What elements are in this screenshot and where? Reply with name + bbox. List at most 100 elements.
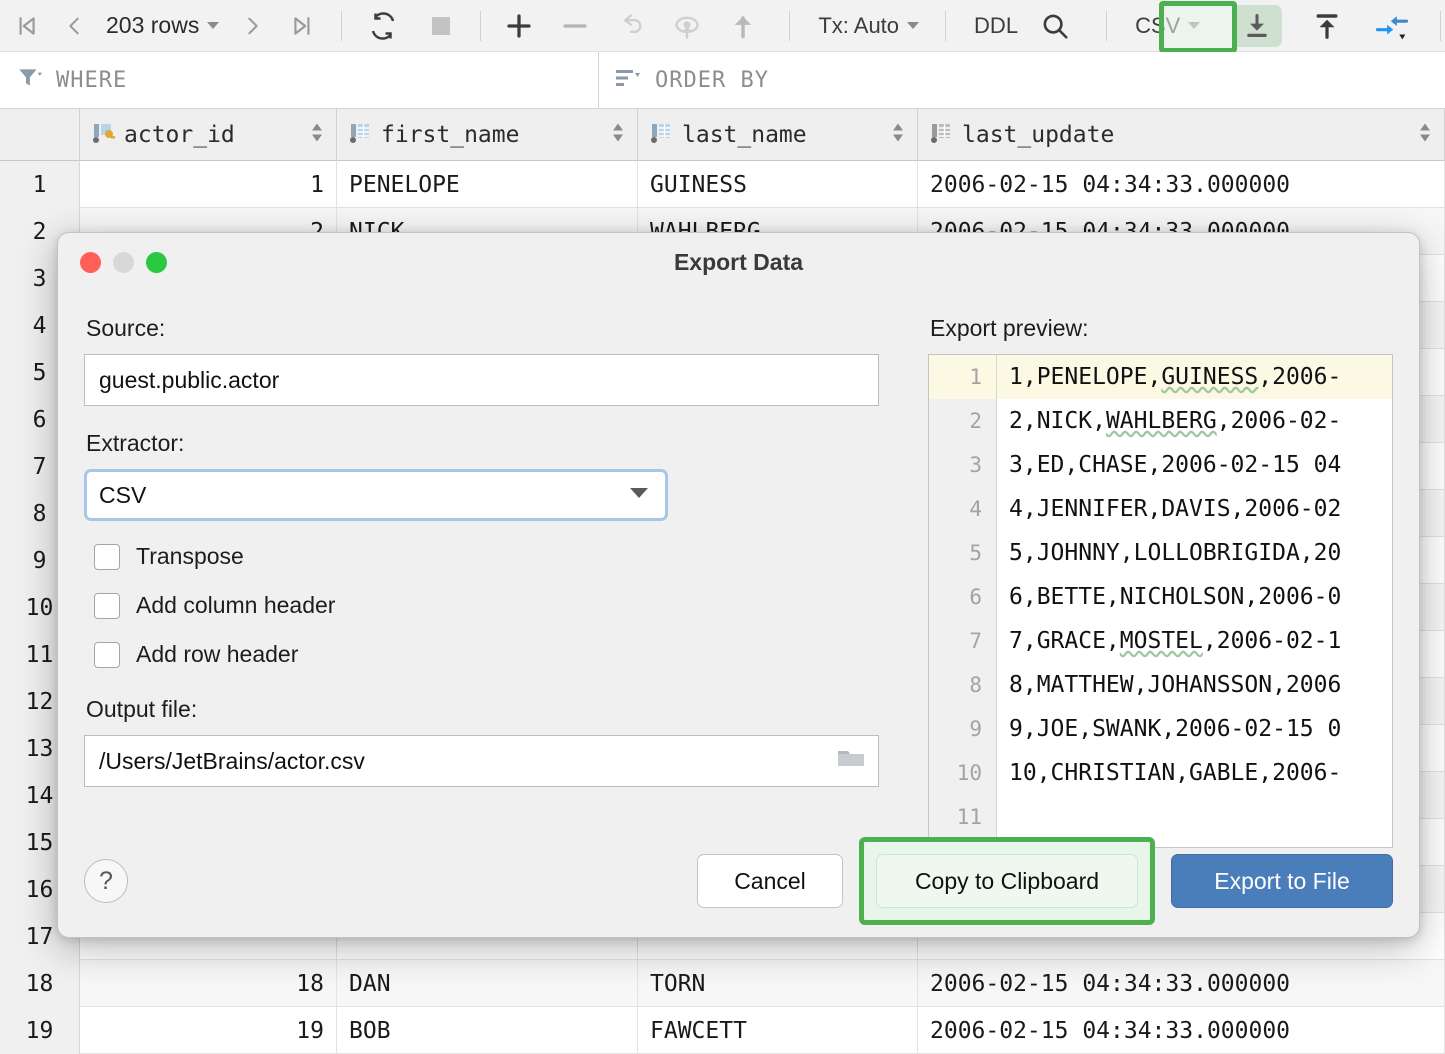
spellcheck-underline: WAHLBERG [1105, 408, 1217, 434]
export-data-icon[interactable] [1218, 4, 1296, 48]
sort-toggle-icon[interactable] [611, 121, 625, 150]
preview-line[interactable]: 5,JOHNNY,LOLLOBRIGIDA,20 [997, 531, 1392, 575]
grid-header-label: last_name [682, 122, 807, 148]
transaction-mode-dropdown[interactable]: Tx: Auto [812, 4, 925, 48]
compare-icon[interactable] [1358, 4, 1426, 48]
add-column-header-checkbox[interactable] [94, 592, 120, 619]
add-column-header-checkbox-row[interactable]: Add column header [94, 592, 904, 619]
revert-selected-icon[interactable] [659, 4, 715, 48]
toolbar-divider-6 [1440, 10, 1442, 41]
results-toolbar: 203 rows Tx: Auto DDL CSV [0, 0, 1445, 52]
where-filter-input[interactable]: WHERE [0, 52, 598, 108]
search-icon[interactable] [1026, 4, 1084, 48]
grid-header-actor_id[interactable]: actor_id [80, 109, 337, 161]
preview-line[interactable]: 10,CHRISTIAN,GABLE,2006- [997, 751, 1392, 795]
preview-line[interactable]: 3,ED,CHASE,2006-02-15 04 [997, 443, 1392, 487]
preview-line[interactable]: 9,JOE,SWANK,2006-02-15 0 [997, 707, 1392, 751]
row-number: 18 [0, 960, 80, 1007]
minimize-window-button[interactable] [113, 251, 134, 273]
last-page-icon[interactable] [277, 4, 329, 48]
preview-line[interactable]: 6,BETTE,NICHOLSON,2006-0 [997, 575, 1392, 619]
chevron-down-icon [907, 22, 920, 29]
cell-last_name[interactable]: GUINESS [638, 161, 918, 208]
orderby-input[interactable]: ORDER BY [599, 52, 1445, 108]
dialog-titlebar[interactable]: Export Data [58, 233, 1419, 291]
cell-last_name[interactable]: FAWCETT [638, 1007, 918, 1054]
grid-header-label: actor_id [124, 122, 235, 148]
copy-to-clipboard-highlight: Copy to Clipboard [859, 837, 1155, 925]
dialog-left-column: Source: guest.public.actor Extractor: CS… [84, 291, 904, 848]
cell-last_name[interactable]: TORN [638, 960, 918, 1007]
cell-first_name[interactable]: DAN [337, 960, 638, 1007]
stop-icon[interactable] [412, 4, 470, 48]
prev-page-icon[interactable] [52, 4, 96, 48]
source-label: Source: [86, 315, 166, 341]
help-button[interactable]: ? [84, 859, 128, 903]
cell-first_name[interactable]: PENELOPE [337, 161, 638, 208]
extractor-select[interactable]: CSV [84, 469, 668, 521]
grid-header-last_update[interactable]: last_update [918, 109, 1445, 161]
add-row-header-label: Add row header [136, 641, 299, 667]
cell-first_name[interactable]: BOB [337, 1007, 638, 1054]
grid-header-first_name[interactable]: first_name [337, 109, 638, 161]
primary-key-column-icon [90, 121, 116, 150]
row-number: 1 [0, 161, 80, 208]
add-row-header-checkbox-row[interactable]: Add row header [94, 641, 904, 668]
submit-icon[interactable] [715, 4, 771, 48]
output-file-field[interactable]: /Users/JetBrains/actor.csv [84, 735, 879, 787]
preview-line-number: 7 [969, 629, 982, 653]
source-field[interactable]: guest.public.actor [84, 354, 879, 406]
sort-toggle-icon[interactable] [1418, 121, 1432, 150]
extractor-label: Extractor: [86, 430, 185, 456]
grid-header-rownum [0, 109, 80, 161]
cancel-button[interactable]: Cancel [697, 854, 843, 908]
table-row[interactable]: 18 18 DAN TORN 2006-02-15 04:34:33.000000 [0, 960, 1445, 1007]
cell-last_update[interactable]: 2006-02-15 04:34:33.000000 [918, 1007, 1445, 1054]
preview-line[interactable]: 8,MATTHEW,JOHANSSON,2006 [997, 663, 1392, 707]
cell-actor_id[interactable]: 19 [80, 1007, 337, 1054]
copy-to-clipboard-button[interactable]: Copy to Clipboard [876, 854, 1138, 908]
preview-line[interactable]: 7,GRACE,MOSTEL,2006-02-1 [997, 619, 1392, 663]
delete-row-icon[interactable] [547, 4, 603, 48]
preview-line[interactable]: 1,PENELOPE,GUINESS,2006- [997, 355, 1392, 399]
export-preview-panel[interactable]: 1 2 3 4 5 6 7 8 9 10 11 1,PENELOPE,GUINESS,2006- 2,… [928, 354, 1393, 848]
folder-browse-icon[interactable] [836, 746, 866, 776]
table-row[interactable]: 1 1 PENELOPE GUINESS 2006-02-15 04:34:33.000… [0, 161, 1445, 208]
column-icon [648, 121, 674, 150]
grid-header-label: last_update [962, 122, 1115, 148]
sort-toggle-icon[interactable] [891, 121, 905, 150]
export-to-file-button[interactable]: Export to File [1171, 854, 1393, 908]
extractor-value: CSV [99, 481, 147, 508]
output-format-label: CSV [1135, 12, 1181, 38]
preview-line-number: 8 [969, 673, 982, 697]
cell-last_update[interactable]: 2006-02-15 04:34:33.000000 [918, 960, 1445, 1007]
cell-actor_id[interactable]: 18 [80, 960, 337, 1007]
toolbar-divider-3 [789, 10, 791, 41]
toolbar-divider-5 [1106, 10, 1108, 41]
refresh-icon[interactable] [354, 4, 412, 48]
cell-actor_id[interactable]: 1 [80, 161, 337, 208]
import-data-icon[interactable] [1296, 4, 1358, 48]
spellcheck-underline: MOSTEL [1119, 628, 1203, 654]
maximize-window-button[interactable] [146, 251, 167, 273]
add-row-icon[interactable] [491, 4, 547, 48]
add-row-header-checkbox[interactable] [94, 641, 120, 668]
transpose-checkbox-row[interactable]: Transpose [94, 543, 904, 570]
row-count-dropdown[interactable]: 203 rows [96, 4, 229, 48]
first-page-icon[interactable] [0, 4, 52, 48]
preview-line[interactable]: 4,JENNIFER,DAVIS,2006-02 [997, 487, 1392, 531]
preview-code-area[interactable]: 1,PENELOPE,GUINESS,2006- 2,NICK,WAHLBERG,… [997, 355, 1392, 847]
transpose-checkbox[interactable] [94, 543, 120, 570]
preview-line[interactable]: 2,NICK,WAHLBERG,2006-02- [997, 399, 1392, 443]
preview-line-number: 3 [969, 453, 982, 477]
cell-last_update[interactable]: 2006-02-15 04:34:33.000000 [918, 161, 1445, 208]
output-format-dropdown[interactable]: CSV [1129, 4, 1206, 48]
close-window-button[interactable] [80, 251, 101, 273]
revert-icon[interactable] [603, 4, 659, 48]
sort-toggle-icon[interactable] [310, 121, 324, 150]
preview-line-gutter: 1 2 3 4 5 6 7 8 9 10 11 [929, 355, 997, 847]
ddl-button[interactable]: DDL [966, 4, 1026, 48]
grid-header-last_name[interactable]: last_name [638, 109, 918, 161]
next-page-icon[interactable] [229, 4, 277, 48]
table-row[interactable]: 19 19 BOB FAWCETT 2006-02-15 04:34:33.000000 [0, 1007, 1445, 1054]
